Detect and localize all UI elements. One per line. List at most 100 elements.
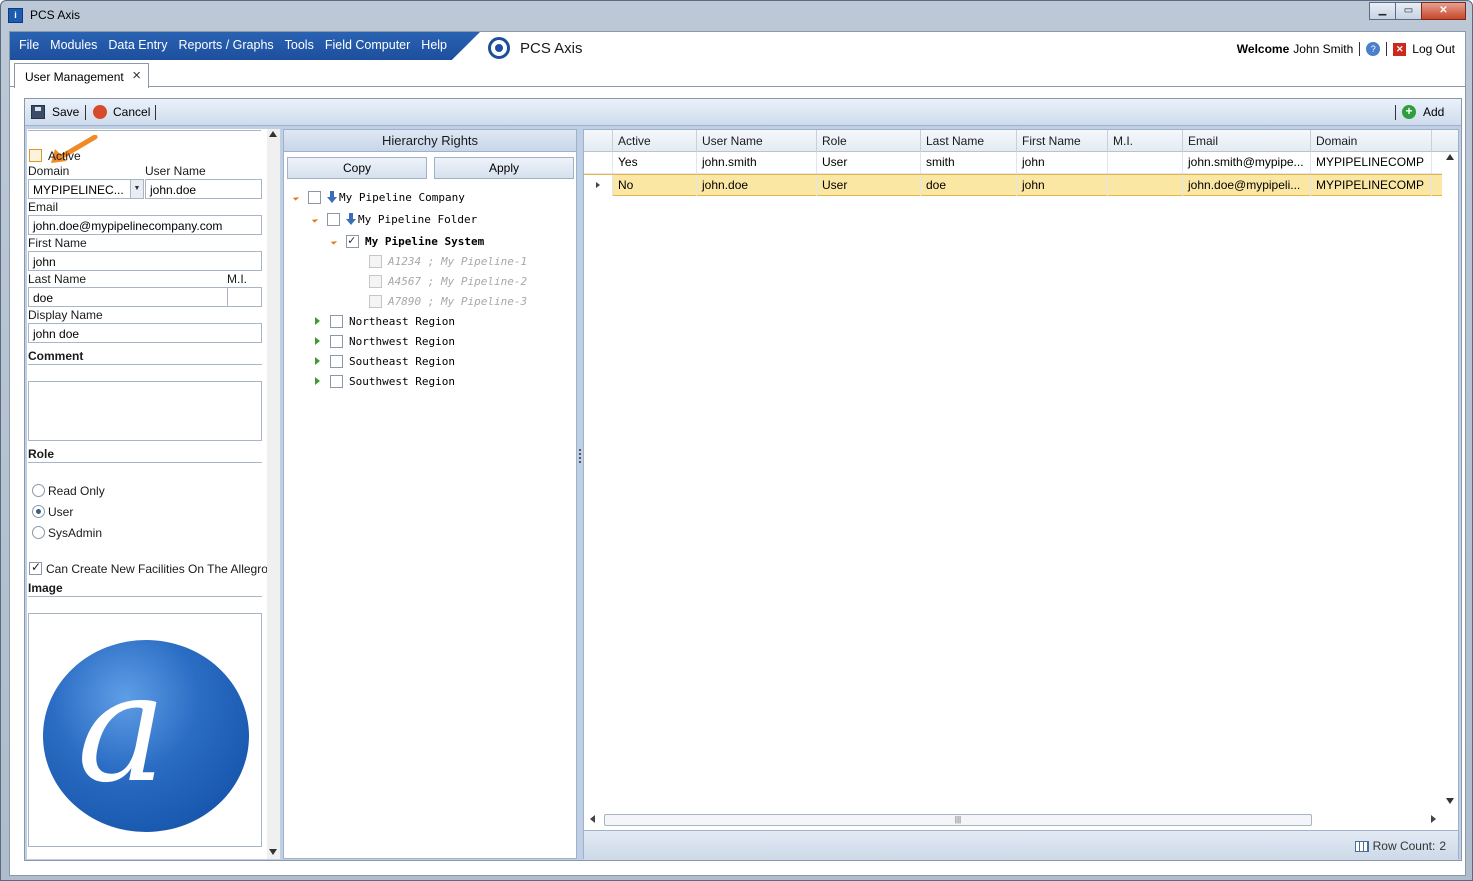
chevron-down-icon[interactable]: ▼	[130, 179, 144, 199]
column-header[interactable]: User Name	[697, 130, 817, 152]
tab-user-management[interactable]: User Management ×	[14, 63, 149, 88]
cancel-label: Cancel	[113, 105, 151, 119]
role-sysadmin-radio[interactable]	[32, 526, 45, 539]
user-management-panel: Save Cancel + Add Active Domain User Nam…	[24, 98, 1462, 861]
collapsed-arrow-icon[interactable]	[315, 357, 320, 365]
save-button[interactable]: Save	[31, 105, 79, 119]
display-name-field[interactable]: john doe	[28, 323, 262, 343]
table-row[interactable]: Yes john.smith User smith john john.smit…	[584, 152, 1458, 174]
app-window: i PCS Axis ▁ ▭ ✕ File Modules Data Entry…	[0, 0, 1473, 881]
close-tab-icon[interactable]: ×	[132, 67, 141, 84]
role-user-radio[interactable]	[32, 505, 45, 518]
help-icon[interactable]: ?	[1366, 42, 1381, 56]
tree-checkbox[interactable]	[330, 334, 343, 348]
mi-field[interactable]	[227, 287, 262, 307]
apply-button[interactable]: Apply	[434, 157, 574, 179]
panel-splitter[interactable]	[578, 449, 582, 469]
app-icon: i	[8, 8, 23, 23]
close-window-button[interactable]: ✕	[1421, 2, 1466, 20]
create-facilities-label: Can Create New Facilities On The Allegro	[46, 562, 268, 576]
scroll-up-icon[interactable]	[1446, 154, 1454, 160]
tree-node-pipeline[interactable]: A7890 ; My Pipeline-3	[369, 292, 527, 310]
menu-tools[interactable]: Tools	[285, 38, 314, 52]
role-read-only-radio[interactable]	[32, 484, 45, 497]
tree-checkbox[interactable]	[330, 374, 343, 388]
collapsed-arrow-icon[interactable]	[315, 317, 320, 325]
menu-items: File Modules Data Entry Reports / Graphs…	[19, 38, 458, 52]
tree-checkbox[interactable]	[369, 254, 382, 268]
tree-node-region[interactable]: Southwest Region	[315, 372, 455, 390]
collapsed-arrow-icon[interactable]	[315, 337, 320, 345]
tree-checkbox[interactable]	[369, 294, 382, 308]
menu-bar: File Modules Data Entry Reports / Graphs…	[10, 32, 1465, 62]
column-header[interactable]: Last Name	[921, 130, 1017, 152]
minimize-button[interactable]: ▁	[1369, 2, 1396, 20]
tree-node-label: My Pipeline System	[365, 234, 485, 248]
active-checkbox[interactable]	[29, 149, 42, 162]
logout-link[interactable]: Log Out	[1412, 42, 1455, 56]
column-header[interactable]: Role	[817, 130, 921, 152]
last-name-field[interactable]: doe	[28, 287, 228, 307]
expanded-arrow-icon[interactable]	[311, 215, 319, 223]
menu-modules[interactable]: Modules	[50, 38, 97, 52]
cell-email: john.smith@mypipe...	[1183, 152, 1311, 173]
grid-horizontal-scrollbar[interactable]: |||	[584, 810, 1444, 828]
column-header[interactable]: Email	[1183, 130, 1311, 152]
tree-checkbox[interactable]	[330, 354, 343, 368]
scroll-down-icon[interactable]	[269, 849, 277, 855]
scroll-down-icon[interactable]	[1446, 798, 1454, 804]
tree-checkbox[interactable]	[346, 233, 359, 248]
row-indicator	[584, 175, 613, 196]
comment-field[interactable]	[28, 381, 262, 441]
tree-node-region[interactable]: Northwest Region	[315, 332, 455, 350]
menu-field-computer[interactable]: Field Computer	[325, 38, 410, 52]
table-row-selected[interactable]: No john.doe User doe john john.doe@mypip…	[584, 174, 1458, 196]
maximize-button[interactable]: ▭	[1395, 2, 1422, 20]
row-indicator-header	[584, 130, 613, 152]
username-field[interactable]: john.doe	[145, 179, 262, 199]
email-field[interactable]: john.doe@mypipelinecompany.com	[28, 215, 262, 235]
expanded-arrow-icon[interactable]	[292, 193, 300, 201]
cancel-button[interactable]: Cancel	[93, 105, 150, 119]
column-header[interactable]: Domain	[1311, 130, 1432, 152]
menu-data-entry[interactable]: Data Entry	[108, 38, 167, 52]
tree-node-system[interactable]: My Pipeline System	[330, 232, 485, 250]
column-header[interactable]: M.I.	[1108, 130, 1183, 152]
first-name-field[interactable]: john	[28, 251, 262, 271]
column-header[interactable]: First Name	[1017, 130, 1108, 152]
divider	[28, 462, 262, 463]
tree-node-pipeline[interactable]: A4567 ; My Pipeline-2	[369, 272, 527, 290]
tree-node-folder[interactable]: My Pipeline Folder	[311, 210, 478, 228]
scroll-thumb[interactable]: |||	[604, 814, 1312, 826]
column-header[interactable]: Active	[613, 130, 697, 152]
user-image[interactable]: a	[28, 613, 262, 847]
welcome-label: Welcome	[1236, 42, 1290, 56]
tree-node-region[interactable]: Northeast Region	[315, 312, 455, 330]
tree-checkbox[interactable]	[330, 314, 343, 328]
scroll-right-icon[interactable]	[1431, 815, 1436, 823]
tree-checkbox[interactable]	[327, 212, 340, 226]
tree-node-label: Southwest Region	[349, 374, 455, 388]
tree-checkbox[interactable]	[308, 190, 321, 204]
menu-reports-graphs[interactable]: Reports / Graphs	[178, 38, 273, 52]
form-scrollbar[interactable]	[267, 129, 280, 859]
tree-checkbox[interactable]	[369, 274, 382, 288]
scroll-up-icon[interactable]	[269, 131, 277, 137]
menu-help[interactable]: Help	[421, 38, 447, 52]
scroll-left-icon[interactable]	[590, 815, 595, 823]
menu-file[interactable]: File	[19, 38, 39, 52]
add-button[interactable]: + Add	[1402, 105, 1444, 119]
tree-node-label: My Pipeline Folder	[358, 212, 478, 226]
create-facilities-checkbox[interactable]	[29, 560, 42, 575]
domain-select[interactable]: MYPIPELINEC...	[28, 179, 131, 199]
expanded-arrow-icon[interactable]	[330, 237, 338, 245]
copy-button[interactable]: Copy	[287, 157, 427, 179]
logout-icon[interactable]: ✕	[1393, 42, 1407, 56]
grid-vertical-scrollbar[interactable]	[1442, 152, 1458, 808]
cell-role: User	[817, 175, 921, 196]
tree-node-pipeline[interactable]: A1234 ; My Pipeline-1	[369, 252, 527, 270]
collapsed-arrow-icon[interactable]	[315, 377, 320, 385]
tree-node-region[interactable]: Southeast Region	[315, 352, 455, 370]
active-label: Active	[48, 149, 81, 163]
tree-node-company[interactable]: My Pipeline Company	[292, 188, 465, 206]
